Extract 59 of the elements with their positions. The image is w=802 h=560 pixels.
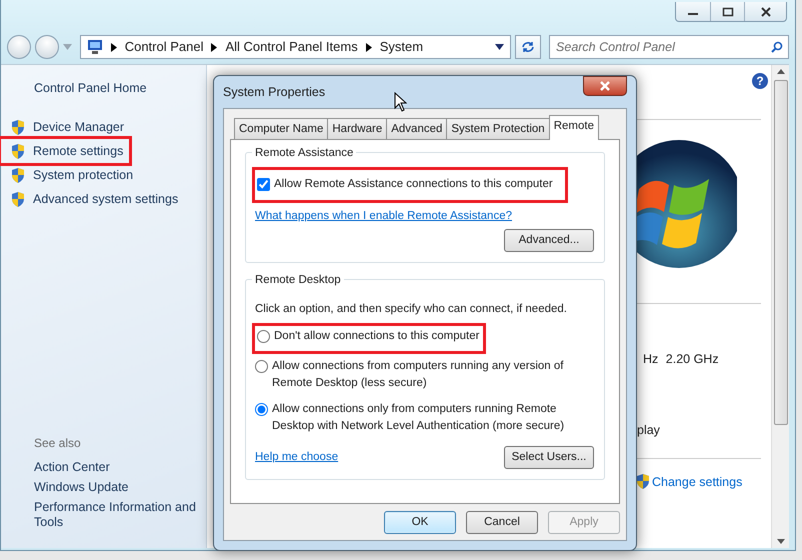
processor-speed-text: 2.20 GHz — [666, 352, 719, 366]
cursor-icon — [394, 92, 407, 112]
scroll-up-icon[interactable] — [776, 69, 784, 74]
select-users-button[interactable]: Select Users... — [504, 446, 594, 469]
shield-icon — [11, 168, 25, 182]
display-text: play — [637, 422, 660, 437]
change-settings-link[interactable]: Change settings — [652, 472, 742, 492]
sidebar-link[interactable]: Device Manager — [33, 118, 124, 136]
dialog-button[interactable]: Cancel — [466, 510, 538, 534]
sidebar-link[interactable]: Action Center — [34, 460, 199, 475]
radio-button[interactable] — [255, 403, 268, 416]
tab[interactable]: Remote — [548, 115, 599, 140]
chevron-icon[interactable] — [110, 42, 117, 52]
sidebar-link[interactable]: Performance Information and Tools — [34, 500, 199, 530]
shield-icon — [11, 120, 25, 134]
radio-label[interactable]: Don't allow connections to this computer — [274, 328, 480, 346]
breadcrumb[interactable]: All Control Panel Items — [225, 37, 358, 57]
back-button[interactable] — [7, 35, 31, 59]
section-heading: See also — [34, 435, 82, 452]
shield-icon — [11, 144, 25, 158]
control-panel-home-link[interactable]: Control Panel Home — [34, 81, 147, 95]
help-link[interactable]: What happens when I enable Remote Assistance? — [255, 210, 512, 222]
tab[interactable]: Computer Name — [234, 118, 328, 140]
scroll-down-icon[interactable] — [776, 539, 784, 544]
dialog-title: System Properties — [223, 84, 326, 101]
shield-icon — [636, 474, 650, 490]
checkbox-label[interactable]: Allow Remote Assistance connections to this computer — [274, 176, 553, 194]
radio-label[interactable]: Allow connections from computers running any version of Remote Desktop (less secure) — [272, 358, 590, 392]
search-icon[interactable] — [771, 41, 784, 53]
checkbox[interactable] — [257, 178, 270, 192]
dialog-button[interactable]: OK — [384, 510, 456, 534]
tab[interactable]: Advanced — [386, 118, 448, 140]
search-field[interactable]: Search Control Panel — [549, 35, 790, 59]
scrollbar[interactable] — [771, 65, 789, 548]
refresh-icon — [521, 41, 536, 53]
help-link[interactable]: Help me choose — [255, 448, 338, 466]
radio-button[interactable] — [257, 330, 270, 344]
chevron-icon[interactable] — [211, 42, 218, 52]
instruction-text: Click an option, and then specify who can connect, if needed. — [255, 302, 568, 317]
radio-button[interactable] — [255, 360, 268, 372]
tab[interactable]: System Protection — [446, 118, 550, 140]
chevron-icon[interactable] — [366, 42, 372, 52]
sidebar-link[interactable]: Remote settings — [33, 142, 124, 160]
sidebar-link[interactable]: System protection — [33, 166, 134, 184]
radio-label[interactable]: Allow connections only from computers running Remote Desktop with Network Level Authentication (more secure) — [272, 401, 590, 436]
sidebar-link[interactable]: Windows Update — [34, 480, 199, 495]
forward-button[interactable] — [34, 35, 59, 59]
dropdown-arrow-icon[interactable] — [495, 44, 504, 50]
sidebar-link[interactable]: Advanced system settings — [33, 190, 178, 208]
close-button[interactable] — [583, 76, 627, 96]
help-icon[interactable]: ? — [752, 73, 768, 89]
shield-icon — [11, 192, 25, 206]
refresh-button[interactable] — [515, 35, 542, 59]
computer-icon — [86, 40, 103, 54]
breadcrumb[interactable]: System — [380, 37, 424, 57]
tab[interactable]: Hardware — [327, 118, 388, 140]
breadcrumb[interactable]: Control Panel — [124, 37, 204, 57]
processor-text: Hz — [643, 352, 658, 366]
advanced-button[interactable]: Advanced... — [504, 228, 594, 252]
